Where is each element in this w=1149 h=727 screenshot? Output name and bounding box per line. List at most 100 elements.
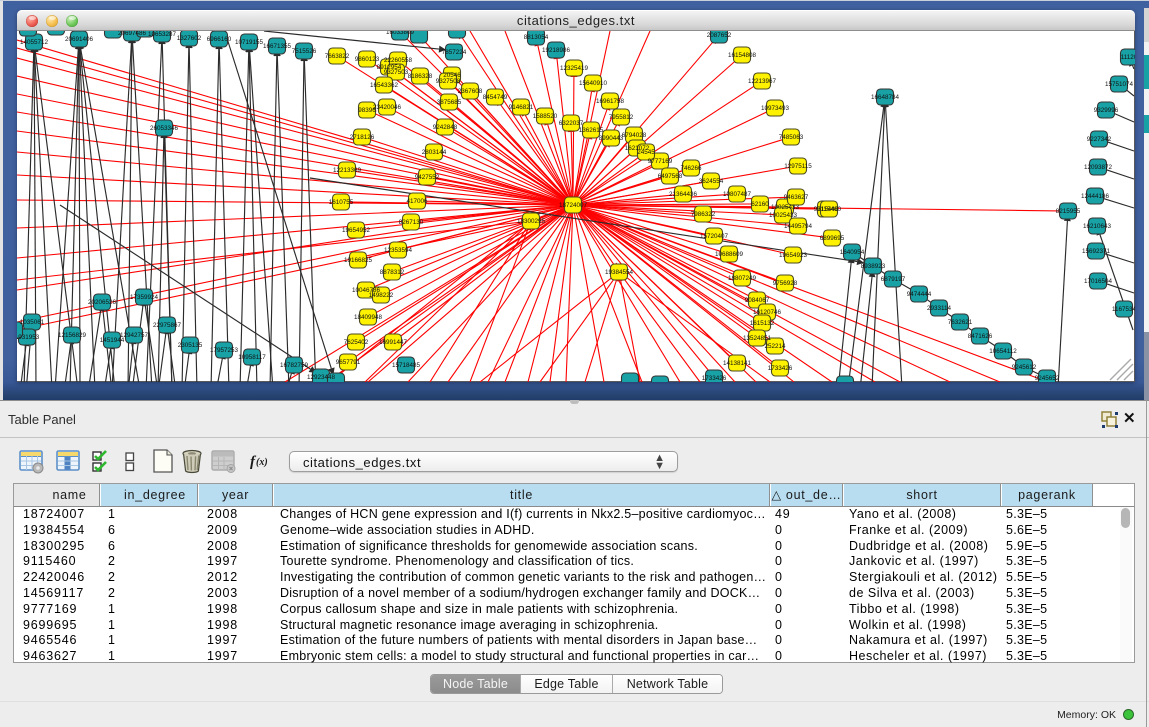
- svg-text:8990443: 8990443: [599, 135, 624, 142]
- svg-text:9245652: 9245652: [1035, 375, 1060, 382]
- svg-text:12923448: 12923448: [307, 374, 336, 381]
- svg-text:9115460: 9115460: [817, 206, 842, 213]
- svg-text:12213967: 12213967: [748, 78, 777, 85]
- svg-text:19384554: 19384554: [605, 269, 634, 276]
- svg-text:62160: 62160: [751, 201, 769, 208]
- svg-text:10973493: 10973493: [761, 105, 790, 112]
- svg-text:15751074: 15751074: [1105, 81, 1134, 88]
- svg-text:2933114: 2933114: [927, 305, 952, 312]
- svg-text:9084067: 9084067: [745, 297, 770, 304]
- svg-text:15692371: 15692371: [1082, 248, 1111, 255]
- svg-text:16033809: 16033809: [386, 31, 415, 36]
- svg-text:22260558: 22260558: [384, 57, 413, 64]
- svg-text:1498222: 1498222: [369, 292, 394, 299]
- svg-text:10654112: 10654112: [989, 348, 1017, 355]
- svg-text:17957253: 17957253: [210, 347, 239, 354]
- svg-text:9756928: 9756928: [773, 280, 798, 287]
- svg-text:9427552: 9427552: [415, 174, 440, 181]
- svg-text:15718485: 15718485: [392, 362, 421, 369]
- svg-text:18724007: 18724007: [559, 202, 588, 209]
- svg-text:26053346: 26053346: [150, 125, 179, 132]
- svg-text:3624554: 3624554: [699, 178, 724, 185]
- svg-text:17359924: 17359924: [130, 294, 159, 301]
- svg-text:8215955: 8215955: [1056, 208, 1081, 215]
- svg-text:12353594: 12353594: [384, 247, 413, 254]
- svg-text:9329996: 9329996: [1094, 107, 1119, 114]
- svg-text:6899695: 6899695: [820, 235, 845, 242]
- svg-text:9242848: 9242848: [433, 124, 458, 131]
- svg-text:7485063: 7485063: [779, 134, 804, 141]
- svg-text:16120746: 16120746: [753, 309, 782, 316]
- svg-text:18807249: 18807249: [728, 275, 757, 282]
- svg-text:1451944: 1451944: [100, 337, 125, 344]
- svg-text:12156829: 12156829: [58, 332, 87, 339]
- svg-text:23420046: 23420046: [373, 104, 402, 111]
- svg-text:8454749: 8454749: [483, 94, 508, 101]
- svg-text:17016504: 17016504: [1084, 278, 1113, 285]
- svg-text:11120: 11120: [1121, 54, 1135, 61]
- svg-text:7515526: 7515526: [292, 48, 317, 55]
- svg-text:1615132: 1615132: [750, 320, 775, 327]
- svg-text:3875685: 3875685: [437, 99, 462, 106]
- svg-text:8813054: 8813054: [524, 34, 549, 41]
- svg-text:9245612: 9245612: [1012, 364, 1037, 371]
- svg-text:9327503: 9327503: [384, 69, 409, 76]
- svg-text:9227342: 9227342: [1087, 136, 1112, 143]
- svg-text:417006: 417006: [406, 198, 428, 205]
- svg-text:24545: 24545: [637, 149, 655, 156]
- svg-text:1640954: 1640954: [840, 249, 865, 256]
- svg-text:14055712: 14055712: [20, 39, 49, 46]
- svg-text:9463627: 9463627: [784, 194, 809, 201]
- svg-text:1327602: 1327602: [177, 35, 202, 42]
- svg-text:14495794: 14495794: [784, 223, 813, 230]
- svg-text:6966160: 6966160: [207, 36, 232, 43]
- svg-text:8471626: 8471626: [968, 333, 993, 340]
- svg-text:19654923: 19654923: [779, 252, 808, 259]
- svg-text:1733426: 1733426: [702, 375, 727, 382]
- svg-text:8938923: 8938923: [861, 263, 886, 270]
- svg-text:6497568: 6497568: [658, 173, 683, 180]
- svg-text:7663822: 7663822: [325, 53, 350, 60]
- svg-text:19654952: 19654952: [342, 227, 371, 234]
- svg-text:6794028: 6794028: [622, 132, 647, 139]
- svg-text:10653287: 10653287: [148, 31, 177, 38]
- svg-text:12444186: 12444186: [1081, 193, 1110, 200]
- svg-text:10688609: 10688609: [715, 251, 744, 258]
- svg-text:9657791: 9657791: [336, 359, 361, 366]
- svg-text:7955812: 7955812: [609, 114, 634, 121]
- svg-text:16961758: 16961758: [596, 98, 625, 105]
- svg-text:7986322: 7986322: [691, 211, 716, 218]
- svg-text:18300295: 18300295: [517, 218, 546, 225]
- svg-text:13524851: 13524851: [743, 335, 772, 342]
- svg-text:16782759: 16782759: [280, 362, 309, 369]
- svg-text:12093872: 12093872: [1084, 164, 1113, 171]
- svg-text:2718126: 2718126: [350, 134, 375, 141]
- svg-text:10958117: 10958117: [238, 354, 266, 361]
- svg-text:15720407: 15720407: [700, 233, 729, 240]
- svg-text:7632621: 7632621: [948, 319, 973, 326]
- svg-text:6322037: 6322037: [559, 120, 584, 127]
- svg-text:1588520: 1588520: [533, 113, 558, 120]
- svg-text:1035061: 1035061: [20, 319, 45, 326]
- svg-text:9860123: 9860123: [355, 56, 380, 63]
- svg-text:1733426: 1733426: [768, 365, 793, 372]
- svg-text:16543362: 16543362: [370, 82, 399, 89]
- svg-text:746266: 746266: [680, 165, 702, 172]
- svg-text:(x): (x): [256, 457, 268, 468]
- svg-text:2367608: 2367608: [458, 88, 483, 95]
- svg-text:9777169: 9777169: [648, 158, 673, 165]
- svg-text:21364436: 21364436: [669, 191, 698, 198]
- svg-text:8186328: 8186328: [408, 73, 433, 80]
- svg-text:15640910: 15640910: [579, 80, 608, 87]
- svg-text:8267130: 8267130: [399, 219, 424, 226]
- svg-text:18409948: 18409948: [354, 314, 383, 321]
- svg-text:10719155: 10719155: [235, 39, 264, 46]
- svg-text:2305135: 2305135: [178, 342, 203, 349]
- svg-text:98396: 98396: [358, 107, 376, 114]
- svg-text:19166825: 19166825: [344, 257, 373, 264]
- svg-text:1931953: 1931953: [17, 334, 40, 341]
- svg-text:16154808: 16154808: [728, 52, 757, 59]
- svg-text:20206526: 20206526: [88, 299, 117, 306]
- svg-text:22975867: 22975867: [153, 322, 182, 329]
- svg-text:12213369: 12213369: [333, 167, 362, 174]
